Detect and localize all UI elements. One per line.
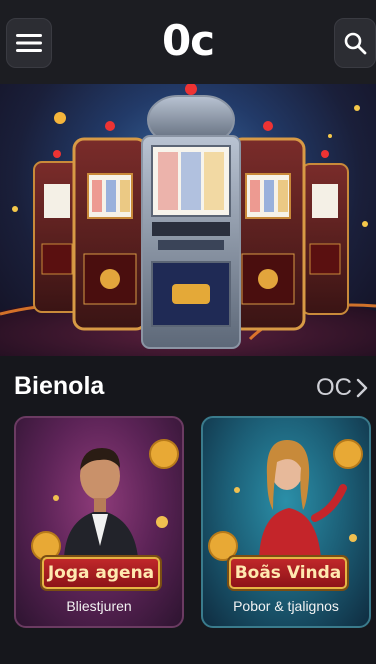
see-all-label: OC	[316, 374, 352, 401]
man-in-suit-illustration	[31, 439, 179, 561]
game-card-2[interactable]: Boãs Vinda Pobor & tjalignos	[201, 416, 371, 628]
card-subtitle: Bliestjuren	[66, 598, 132, 614]
see-all-link[interactable]: OC	[316, 374, 368, 402]
search-icon	[344, 32, 367, 55]
section-title: Bienola	[14, 372, 105, 400]
hero-banner[interactable]	[0, 84, 376, 356]
game-card-1[interactable]: Joga agena Bliestjuren	[14, 416, 184, 628]
card-badge: Boãs Vinda	[229, 557, 347, 589]
app-logo[interactable]: 0c	[0, 16, 376, 65]
card-badge: Joga agena	[42, 557, 160, 589]
search-button[interactable]	[334, 18, 376, 68]
slot-machines-illustration	[0, 84, 376, 356]
card-subtitle: Pobor & tjalignos	[233, 598, 339, 614]
chevron-right-icon	[356, 378, 368, 398]
woman-in-red-dress-illustration	[208, 439, 363, 561]
app-header: 0c	[0, 0, 376, 84]
